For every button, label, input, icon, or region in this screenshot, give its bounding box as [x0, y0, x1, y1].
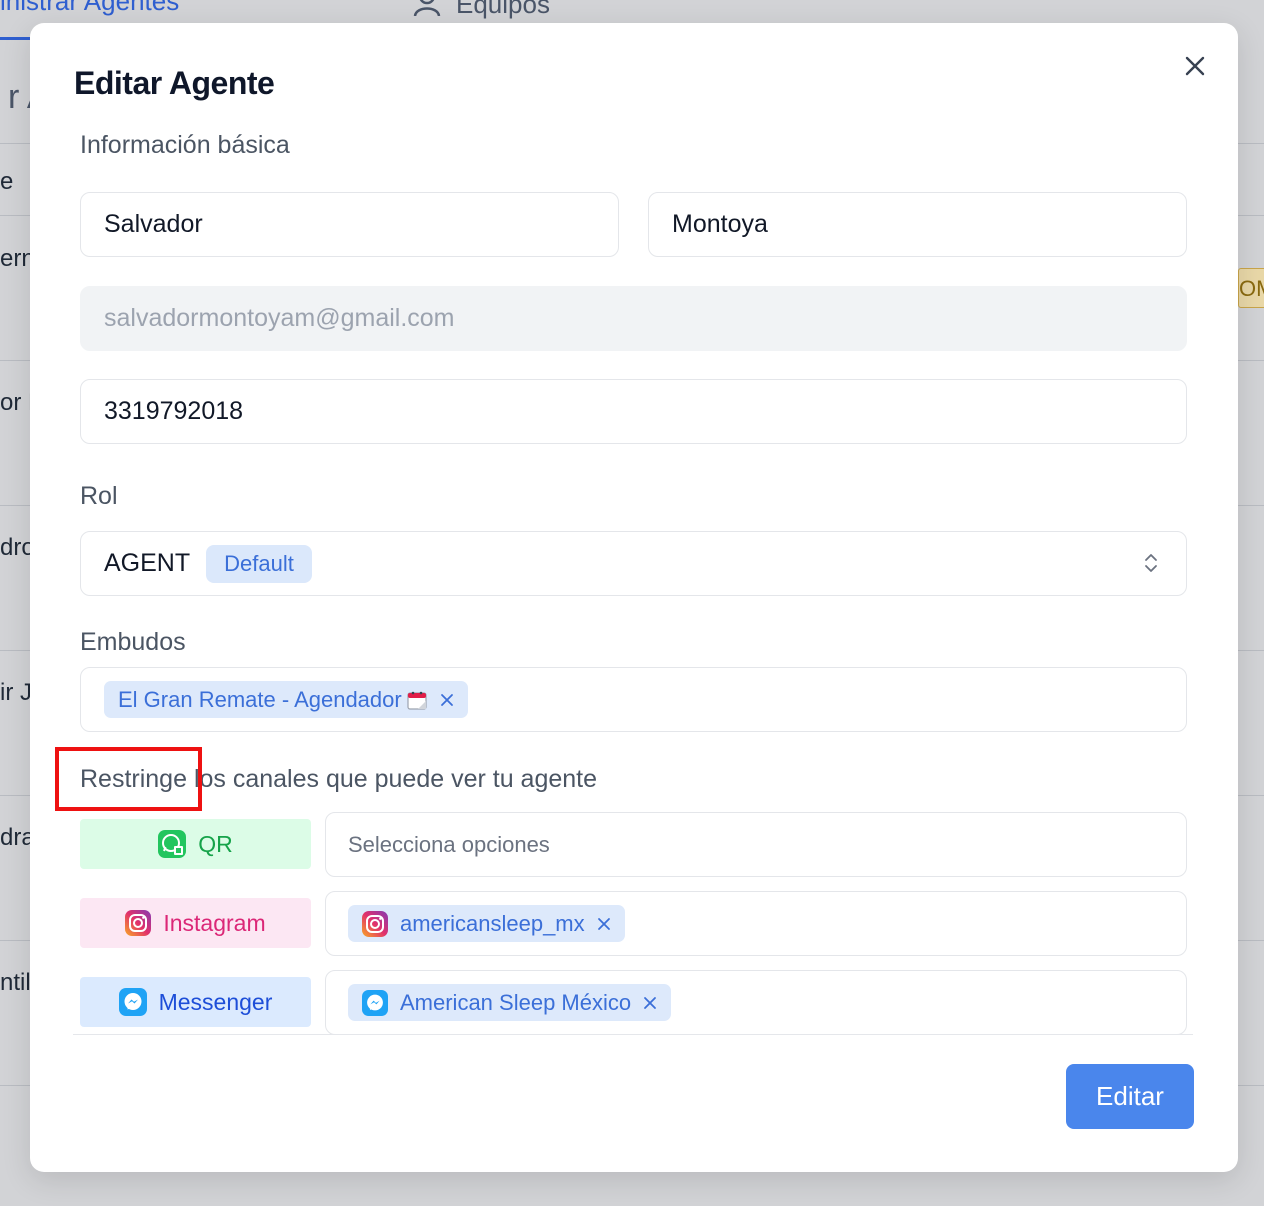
channels-restriction-label: Restringe los canales que puede ver tu a…	[80, 765, 598, 793]
edit-submit-button[interactable]: Editar	[1066, 1064, 1194, 1129]
basic-info-label: Información básica	[80, 131, 290, 159]
instagram-account-chip: americansleep_mx	[348, 905, 625, 942]
status-badge: OM	[1238, 268, 1264, 308]
first-name-input[interactable]	[80, 192, 619, 257]
remove-funnel-icon[interactable]	[440, 693, 454, 707]
remove-messenger-account-icon[interactable]	[643, 996, 657, 1010]
role-value: AGENT	[104, 549, 191, 577]
calendar-icon	[406, 689, 428, 711]
footer-divider	[73, 1034, 1193, 1035]
instagram-account-label: americansleep_mx	[400, 910, 585, 936]
tab-admin-agents-label: inistrar Agentes	[0, 0, 180, 16]
instagram-icon	[125, 910, 152, 936]
table-cell: e	[0, 168, 14, 195]
qr-channel-placeholder: Selecciona opciones	[348, 831, 550, 857]
instagram-icon	[362, 910, 388, 937]
messenger-account-label: American Sleep México	[400, 989, 632, 1015]
chevron-up-down-icon	[1144, 552, 1158, 581]
tab-teams-label: Equipos	[456, 0, 550, 19]
phone-input[interactable]	[80, 379, 1187, 444]
remove-instagram-account-icon[interactable]	[597, 917, 611, 931]
channel-tag-messenger-label: Messenger	[158, 988, 273, 1015]
qr-channel-select[interactable]: Selecciona opciones	[325, 812, 1187, 877]
active-tab-indicator	[0, 37, 30, 40]
modal-title: Editar Agente	[74, 65, 275, 101]
whatsapp-qr-icon	[158, 830, 187, 858]
messenger-channel-select[interactable]: American Sleep México	[325, 970, 1187, 1035]
tab-teams[interactable]: Equipos	[412, 0, 550, 23]
tab-admin-agents[interactable]: inistrar Agentes	[0, 0, 179, 17]
funnels-multiselect[interactable]: El Gran Remate - Agendador	[80, 667, 1187, 732]
channel-tag-instagram-label: Instagram	[163, 909, 266, 936]
users-icon	[412, 0, 442, 23]
email-field	[80, 286, 1187, 351]
funnel-chip: El Gran Remate - Agendador	[104, 681, 468, 718]
channel-tag-messenger: Messenger	[80, 977, 311, 1027]
last-name-input[interactable]	[648, 192, 1187, 257]
messenger-icon	[118, 988, 147, 1016]
role-default-badge: Default	[206, 544, 312, 583]
messenger-account-chip: American Sleep México	[348, 984, 672, 1021]
instagram-channel-select[interactable]: americansleep_mx	[325, 891, 1187, 956]
channel-tag-qr-label: QR	[198, 830, 233, 857]
edit-agent-modal: Editar Agente Información básica Rol AGE…	[30, 23, 1238, 1172]
funnels-label: Embudos	[80, 628, 186, 656]
channel-tag-qr: QR	[80, 819, 311, 869]
role-select[interactable]: AGENT Default	[80, 531, 1187, 596]
channel-tag-instagram: Instagram	[80, 898, 311, 948]
close-button[interactable]	[1180, 53, 1210, 83]
funnel-chip-label: El Gran Remate - Agendador	[118, 686, 402, 712]
role-label: Rol	[80, 482, 118, 510]
messenger-icon	[362, 989, 388, 1016]
close-icon	[1184, 55, 1206, 82]
